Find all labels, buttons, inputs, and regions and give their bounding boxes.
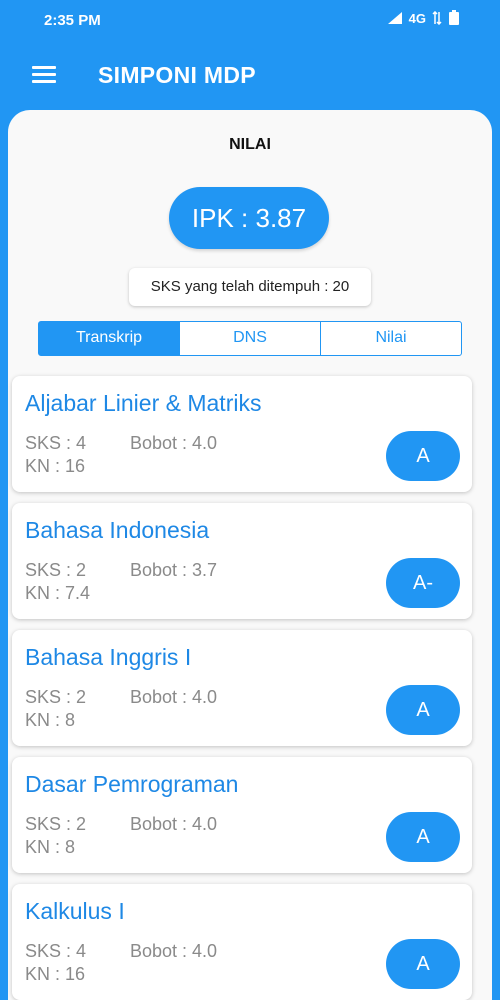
tab-nilai[interactable]: Nilai (321, 322, 461, 355)
course-card[interactable]: Bahasa Indonesia SKS : 2 Bobot : 3.7 KN … (12, 503, 472, 619)
course-kn: KN : 16 (25, 456, 86, 476)
data-arrows-icon (432, 11, 442, 25)
course-bobot: Bobot : 4.0 (130, 433, 218, 453)
course-bobot: Bobot : 3.7 (130, 560, 218, 580)
course-sks: SKS : 4 (25, 433, 87, 453)
network-label: 4G (408, 10, 426, 26)
grade-badge[interactable]: A (386, 939, 460, 989)
status-time: 2:35 PM (44, 12, 101, 29)
course-name: Kalkulus I (25, 898, 125, 924)
course-kn: KN : 8 (25, 710, 76, 730)
course-kn: KN : 16 (25, 964, 86, 984)
course-kn: KN : 7.4 (25, 583, 91, 603)
tab-dns[interactable]: DNS (180, 322, 321, 355)
tab-transkrip[interactable]: Transkrip (39, 322, 180, 355)
course-name: Dasar Pemrograman (25, 771, 239, 797)
course-card[interactable]: Kalkulus I SKS : 4 Bobot : 4.0 KN : 16 A (12, 884, 472, 1000)
app-title: SIMPONI MDP (98, 62, 256, 88)
app-bar: SIMPONI MDP (0, 40, 500, 114)
sks-total-label: SKS yang telah ditempuh : 20 (129, 268, 371, 306)
course-bobot: Bobot : 4.0 (130, 687, 218, 707)
battery-icon (449, 10, 459, 25)
status-bar: 2:35 PM 4G (0, 0, 500, 40)
course-name: Bahasa Inggris I (25, 644, 192, 670)
segment-tabs: Transkrip DNS Nilai (38, 321, 462, 356)
course-name: Aljabar Linier & Matriks (25, 390, 262, 416)
course-sks: SKS : 4 (25, 941, 87, 961)
page-title: NILAI (229, 136, 271, 153)
system-icons: 4G (387, 10, 460, 26)
course-sks: SKS : 2 (25, 560, 87, 580)
grade-badge[interactable]: A (386, 431, 460, 481)
course-name: Bahasa Indonesia (25, 517, 210, 543)
hamburger-menu-icon[interactable] (32, 66, 56, 84)
course-sks: SKS : 2 (25, 814, 87, 834)
course-card[interactable]: Aljabar Linier & Matriks SKS : 4 Bobot :… (12, 376, 472, 492)
course-card[interactable]: Dasar Pemrograman SKS : 2 Bobot : 4.0 KN… (12, 757, 472, 873)
course-bobot: Bobot : 4.0 (130, 941, 218, 961)
ipk-badge: IPK : 3.87 (169, 187, 329, 249)
grade-badge[interactable]: A (386, 812, 460, 862)
grade-badge[interactable]: A (386, 685, 460, 735)
course-sks: SKS : 2 (25, 687, 87, 707)
course-card[interactable]: Bahasa Inggris I SKS : 2 Bobot : 4.0 KN … (12, 630, 472, 746)
course-bobot: Bobot : 4.0 (130, 814, 218, 834)
signal-icon (387, 12, 402, 24)
course-kn: KN : 8 (25, 837, 76, 857)
grade-badge[interactable]: A- (386, 558, 460, 608)
